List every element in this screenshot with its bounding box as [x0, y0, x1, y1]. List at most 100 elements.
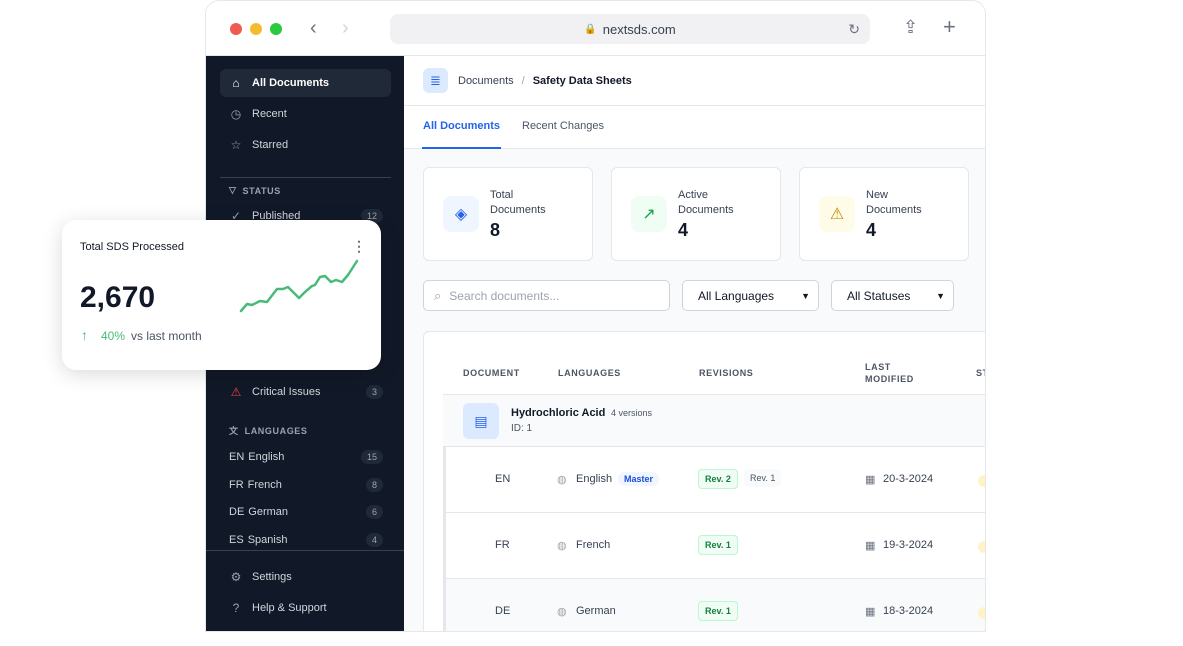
header-languages[interactable]: LANGUAGES — [558, 367, 621, 379]
tab-bar: All Documents Recent Changes — [404, 106, 985, 149]
label: Critical Issues — [252, 386, 321, 398]
globe-icon: ◍ — [557, 474, 567, 486]
breadcrumb-separator: / — [521, 74, 525, 87]
status-heading: ▽ STATUS — [229, 185, 281, 196]
stat-card-new: ⚠ New Documents 4 — [799, 167, 969, 261]
label: Documents — [490, 204, 546, 216]
sidebar-item-all-documents[interactable]: ⌂ All Documents — [220, 69, 391, 97]
versions-count: 4 versions — [611, 408, 653, 418]
revision-badge[interactable]: Rev. 1 — [744, 469, 782, 487]
count-badge: 8 — [365, 478, 383, 492]
label: German — [248, 506, 289, 518]
stat-card-active: ↗ Active Documents 4 — [611, 167, 781, 261]
table-row[interactable]: EN ◍ English Master Rev. 2 Rev. 1 ▦ 20-3… — [443, 447, 985, 513]
sidebar-item-critical-issues[interactable]: ⚠ Critical Issues 3 — [220, 378, 391, 406]
globe-icon: ◍ — [557, 606, 567, 618]
chevron-down-icon: ▼ — [936, 290, 945, 301]
calendar-icon: ▦ — [865, 540, 876, 552]
label: All Documents — [252, 77, 330, 89]
help-icon: ? — [232, 601, 240, 615]
status-badge — [978, 541, 985, 553]
language-name: French — [576, 539, 611, 551]
sidebar-item-english[interactable]: EN English 15 — [220, 443, 391, 471]
sidebar-item-settings[interactable]: ⚙ Settings — [220, 563, 391, 591]
label: Active — [678, 189, 708, 201]
globe-icon: ◍ — [557, 540, 567, 552]
last-modified: 19-3-2024 — [883, 539, 934, 551]
language-select[interactable]: All Languages ▼ — [682, 280, 819, 311]
label: English — [248, 451, 285, 463]
header-document[interactable]: DOCUMENT — [463, 367, 520, 379]
header-last-modified[interactable]: LAST MODIFIED — [865, 361, 914, 385]
label: Documents — [866, 204, 922, 216]
value: 8 — [490, 220, 501, 240]
label: Spanish — [247, 534, 288, 546]
translate-icon: 文 — [229, 426, 239, 436]
sidebar-item-french[interactable]: FR French 8 — [220, 471, 391, 499]
count-badge: 6 — [365, 505, 383, 519]
database-icon: ≣ — [423, 68, 448, 93]
label: New — [866, 189, 889, 201]
url-text: nextsds.com — [602, 21, 676, 37]
address-bar[interactable]: 🔒 nextsds.com ↻ — [390, 14, 870, 44]
breadcrumb: ≣ Documents / Safety Data Sheets — [404, 56, 985, 106]
language-code: EN — [495, 473, 511, 485]
code: EN — [229, 451, 245, 463]
calendar-icon: ▦ — [865, 606, 876, 618]
tab-recent-changes[interactable]: Recent Changes — [522, 120, 604, 132]
tab-all-documents[interactable]: All Documents — [421, 120, 502, 149]
sidebar-item-recent[interactable]: ◷ Recent — [220, 100, 391, 128]
sparkline-line — [239, 259, 359, 313]
home-icon: ⌂ — [232, 76, 240, 90]
forward-icon[interactable]: › — [342, 17, 349, 40]
breadcrumb-documents[interactable]: Documents — [458, 75, 514, 87]
label: Total — [490, 189, 514, 201]
maximize-window-button[interactable] — [270, 23, 282, 35]
star-icon: ☆ — [230, 138, 242, 152]
clock-icon: ◷ — [230, 107, 242, 121]
warning-icon: ⚠ — [819, 196, 855, 232]
header-revisions[interactable]: REVISIONS — [699, 367, 753, 379]
revision-badge[interactable]: Rev. 1 — [698, 535, 738, 555]
lock-icon: 🔒 — [584, 23, 597, 35]
minimize-window-button[interactable] — [250, 23, 262, 35]
breadcrumb-current: Safety Data Sheets — [532, 74, 632, 87]
revision-badge[interactable]: Rev. 2 — [698, 469, 738, 489]
close-window-button[interactable] — [230, 23, 242, 35]
document-group-row[interactable]: ▤ Hydrochloric Acid 4 versions ID: 1 — [443, 394, 985, 447]
code: DE — [229, 506, 245, 518]
code: ES — [229, 534, 244, 546]
search-input[interactable]: ⌕ Search documents... — [423, 280, 670, 311]
browser-toolbar: ‹ › 🔒 nextsds.com ↻ ⇪ + — [206, 1, 985, 56]
reload-icon[interactable]: ↻ — [848, 21, 860, 38]
divider — [206, 550, 404, 551]
language-code: FR — [495, 539, 510, 551]
sidebar-item-german[interactable]: DE German 6 — [220, 498, 391, 526]
table-row[interactable]: FR ◍ French Rev. 1 ▦ 19-3-2024 — [443, 513, 985, 579]
documents-table: DOCUMENT LANGUAGES REVISIONS LAST MODIFIE… — [423, 331, 985, 631]
warning-icon: ⚠ — [230, 385, 242, 399]
header-status[interactable]: ST — [976, 367, 985, 379]
back-icon[interactable]: ‹ — [310, 17, 317, 40]
new-tab-icon[interactable]: + — [943, 14, 956, 40]
table-row[interactable]: DE ◍ German Rev. 1 ▦ 18-3-2024 — [443, 579, 985, 631]
label: French — [247, 479, 282, 491]
sidebar-item-starred[interactable]: ☆ Starred — [220, 131, 391, 159]
share-icon[interactable]: ⇪ — [903, 17, 918, 38]
total-sds-widget: Total SDS Processed ⋮ 2,670 ↑ 40% vs las… — [62, 220, 381, 370]
last-modified: 20-3-2024 — [883, 473, 934, 485]
trending-up-icon: ↗ — [631, 196, 667, 232]
value: 4 — [866, 220, 877, 240]
sidebar-item-help[interactable]: ? Help & Support — [220, 594, 391, 622]
label: Settings — [252, 571, 292, 583]
value: 4 — [678, 220, 689, 240]
revision-badge[interactable]: Rev. 1 — [698, 601, 738, 621]
placeholder: Search documents... — [449, 288, 560, 303]
language-name: English — [576, 473, 613, 485]
count-badge: 15 — [360, 450, 383, 464]
value: All Statuses — [847, 288, 911, 303]
value: All Languages — [698, 288, 775, 303]
master-badge: Master — [618, 472, 660, 486]
status-select[interactable]: All Statuses ▼ — [831, 280, 954, 311]
label: LAST — [865, 362, 891, 372]
